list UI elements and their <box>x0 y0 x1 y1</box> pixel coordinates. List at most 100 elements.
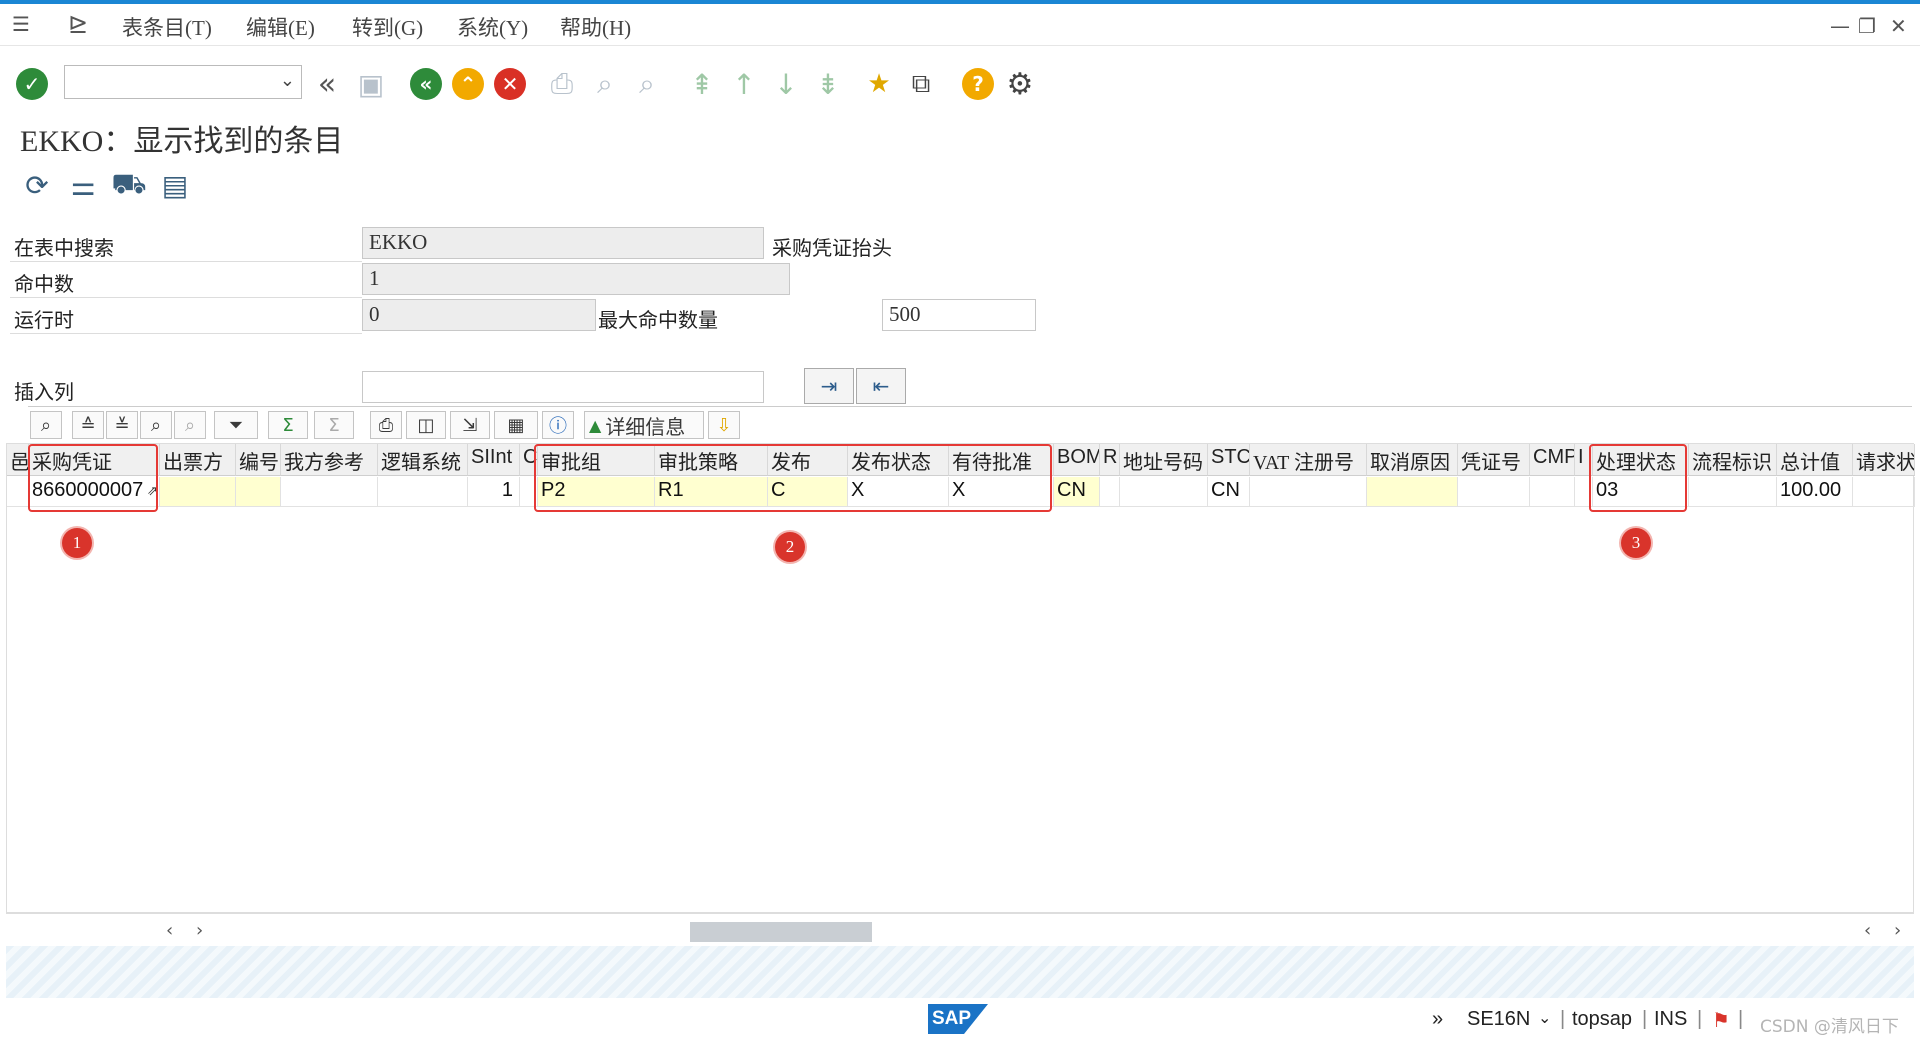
horizontal-scrollbar[interactable]: ‹ › ‹ › <box>6 913 1914 945</box>
row-selector[interactable] <box>7 477 29 507</box>
menu-item-goto[interactable]: 转到(G) <box>352 12 423 42</box>
refresh-icon[interactable]: ⟳ <box>18 166 56 204</box>
column-header[interactable]: BOM <box>1054 444 1100 476</box>
table-cell[interactable]: 1 <box>468 477 520 507</box>
print-icon[interactable]: ⎙ <box>370 411 402 439</box>
table-cell[interactable] <box>1853 477 1915 507</box>
help-icon[interactable]: ? <box>961 67 995 101</box>
transport-icon[interactable]: ⛟ <box>110 166 148 204</box>
search-table-field[interactable]: EKKO <box>362 227 764 259</box>
details-button[interactable]: ▲ 详细信息 <box>584 411 704 439</box>
documentation-icon[interactable]: ▤ <box>156 166 194 204</box>
column-header[interactable]: 编号 <box>236 444 281 476</box>
exit-icon[interactable]: ⌃ <box>451 67 485 101</box>
insert-icon: ⇥ <box>820 374 838 398</box>
minimize-icon[interactable]: — <box>1830 14 1850 38</box>
close-icon[interactable]: ✕ <box>1890 14 1907 38</box>
find-icon[interactable]: ⌕ <box>140 411 172 439</box>
last-page-icon[interactable]: ⇟ <box>811 67 845 101</box>
info-icon[interactable]: ⓘ <box>542 411 574 439</box>
command-field[interactable]: ⌄ <box>64 65 302 99</box>
scrollbar-thumb[interactable] <box>690 922 872 942</box>
settings-icon[interactable]: ⚙ <box>1003 67 1037 102</box>
chart-icon: ▲ <box>589 415 602 435</box>
column-header[interactable]: 请求状 <box>1853 444 1915 476</box>
column-header[interactable]: 逻辑系统 <box>378 444 468 476</box>
scroll-left-icon[interactable]: ‹ <box>1864 920 1871 941</box>
scroll-right-icon[interactable]: › <box>1894 920 1901 941</box>
column-header[interactable]: 流程标识 <box>1689 444 1777 476</box>
layout-icon[interactable]: ▦ <box>494 411 538 439</box>
column-header[interactable]: R <box>1100 444 1120 476</box>
menu-item-table-entry[interactable]: 表条目(T) <box>122 12 212 42</box>
table-cell[interactable] <box>1100 477 1120 507</box>
table-cell[interactable] <box>236 477 281 507</box>
insert-column-input[interactable] <box>362 371 764 403</box>
find-next-icon[interactable]: ⌕ <box>174 411 206 439</box>
table-cell[interactable] <box>281 477 378 507</box>
chevron-down-icon[interactable]: ⌄ <box>1538 1008 1551 1028</box>
table-cell[interactable] <box>1458 477 1530 507</box>
views-icon[interactable]: ◫ <box>406 411 446 439</box>
selection-criteria-icon[interactable]: ⚌ <box>64 166 102 204</box>
first-page-icon[interactable]: ⇞ <box>685 67 719 101</box>
restore-icon[interactable]: ❐ <box>1858 14 1876 38</box>
shortcut-icon[interactable]: ⧉ <box>904 67 938 101</box>
column-header[interactable]: 我方参考 <box>281 444 378 476</box>
find-icon[interactable]: ⌕ <box>588 67 622 101</box>
find-next-icon[interactable]: ⌕ <box>630 67 664 101</box>
sum-icon[interactable]: Σ <box>268 411 308 439</box>
subtotal-icon[interactable]: Σ <box>314 411 354 439</box>
table-cell[interactable] <box>1530 477 1575 507</box>
remove-column-button[interactable]: ⇤ <box>856 368 906 404</box>
column-header[interactable]: 地址号码 <box>1120 444 1208 476</box>
menu-item-help[interactable]: 帮助(H) <box>560 12 631 42</box>
next-page-icon[interactable]: ↓ <box>769 67 803 101</box>
table-cell[interactable]: 100.00 <box>1777 477 1853 507</box>
filter-icon[interactable]: ⏷ <box>214 411 258 439</box>
column-header[interactable]: STC <box>1208 444 1250 476</box>
table-cell[interactable] <box>378 477 468 507</box>
menu-icon[interactable]: ☰ <box>12 12 30 36</box>
back-icon[interactable]: « <box>409 67 443 101</box>
export-icon[interactable]: ⇲ <box>450 411 490 439</box>
scroll-left-icon[interactable]: ‹ <box>166 920 173 941</box>
expand-status-icon[interactable]: » <box>1432 1008 1443 1031</box>
table-cell[interactable]: CN <box>1054 477 1100 507</box>
insert-column-button[interactable]: ⇥ <box>804 368 854 404</box>
print-icon[interactable]: ⎙ <box>545 67 579 101</box>
new-session-icon[interactable]: ★ <box>862 67 896 101</box>
table-cell[interactable] <box>1689 477 1777 507</box>
scroll-right-icon[interactable]: › <box>196 920 203 941</box>
layout-icon[interactable]: ⊵ <box>68 10 88 38</box>
column-header[interactable]: 出票方 <box>160 444 236 476</box>
column-header[interactable]: SIInt <box>468 444 520 476</box>
graphic-icon[interactable]: ⇩ <box>708 411 740 439</box>
sort-ascending-icon[interactable]: ≙ <box>72 411 104 439</box>
insert-mode[interactable]: INS <box>1654 1008 1687 1031</box>
table-cell[interactable] <box>1120 477 1208 507</box>
table-cell[interactable] <box>1367 477 1458 507</box>
menu-item-edit[interactable]: 编辑(E) <box>246 12 315 42</box>
result-grid: 邑 采购凭证 出票方 编号 我方参考 逻辑系统 SIInt C 审批组 审批策略… <box>6 443 1915 913</box>
details-grid-icon[interactable]: ⌕ <box>30 411 62 439</box>
column-header[interactable]: 凭证号 <box>1458 444 1530 476</box>
column-header[interactable]: VAT 注册号 <box>1250 444 1367 476</box>
table-cell[interactable]: CN <box>1208 477 1250 507</box>
divider: | <box>1560 1008 1566 1030</box>
column-header[interactable]: CMP <box>1530 444 1575 476</box>
chevron-down-icon[interactable]: ⌄ <box>280 70 295 91</box>
column-header[interactable]: 取消原因 <box>1367 444 1458 476</box>
check-icon[interactable]: ✓ <box>15 67 49 101</box>
prev-page-icon[interactable]: ↑ <box>727 67 761 101</box>
back-double-icon[interactable]: « <box>310 67 344 102</box>
column-header[interactable]: 邑 <box>7 444 29 476</box>
save-icon[interactable]: ▣ <box>354 67 388 101</box>
table-cell[interactable] <box>160 477 236 507</box>
sort-descending-icon[interactable]: ≚ <box>106 411 138 439</box>
table-cell[interactable] <box>1250 477 1367 507</box>
cancel-icon[interactable]: ✕ <box>493 67 527 101</box>
max-hits-input[interactable]: 500 <box>882 299 1036 331</box>
column-header[interactable]: 总计值 <box>1777 444 1853 476</box>
menu-item-system[interactable]: 系统(Y) <box>457 12 528 42</box>
